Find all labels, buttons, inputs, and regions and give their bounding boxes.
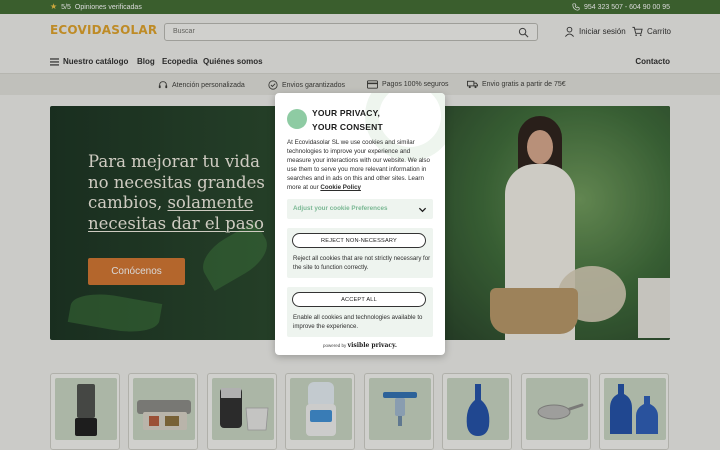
accept-section: ACCEPT ALL Enable all cookies and techno…: [287, 287, 433, 337]
reject-section: REJECT NON-NECESSARY Reject all cookies …: [287, 228, 433, 278]
reject-button[interactable]: REJECT NON-NECESSARY: [292, 233, 426, 248]
accept-all-button[interactable]: ACCEPT ALL: [292, 292, 426, 307]
consent-body: At Ecovidasolar SL we use cookies and si…: [287, 138, 435, 192]
accept-description: Enable all cookies and technologies avai…: [293, 314, 423, 330]
reject-description: Reject all cookies that are not strictly…: [293, 255, 431, 271]
adjust-preferences-label: Adjust your cookie Preferences: [293, 205, 388, 212]
adjust-preferences-toggle[interactable]: Adjust your cookie Preferences: [287, 199, 433, 219]
chevron-down-icon: [418, 207, 427, 213]
cookie-policy-link[interactable]: Cookie Policy: [320, 184, 361, 191]
consent-title: YOUR PRIVACY, YOUR CONSENT: [312, 106, 432, 134]
powered-by-brand: visible privacy.: [347, 342, 397, 349]
cookie-consent-dialog: YOUR PRIVACY, YOUR CONSENT At Ecovidasol…: [275, 93, 445, 355]
powered-by[interactable]: powered by visible privacy.: [275, 342, 445, 349]
consent-title-line: YOUR PRIVACY,: [312, 108, 381, 118]
powered-by-label: powered by: [323, 343, 347, 348]
consent-title-line: YOUR CONSENT: [312, 122, 383, 132]
privacy-badge-icon: [287, 109, 307, 129]
